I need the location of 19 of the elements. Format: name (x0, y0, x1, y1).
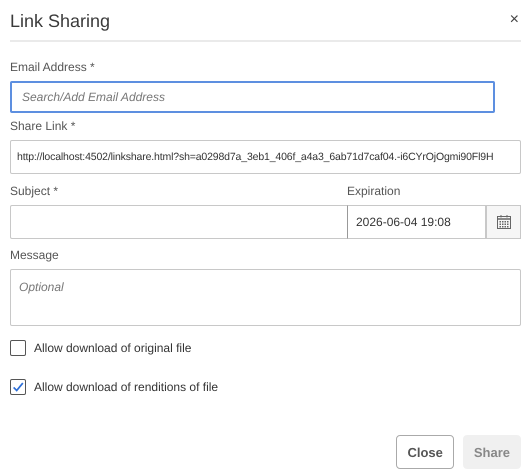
close-button[interactable]: × (508, 11, 521, 29)
date-field[interactable]: 2026-06-04 19:08 (347, 205, 486, 239)
field-label: Email Address * (10, 60, 96, 74)
checkbox[interactable] (10, 340, 26, 356)
checkbox-label: Allow download of original file (34, 341, 192, 355)
message-field[interactable]: Optional (10, 269, 521, 326)
field-label: Share Link * (10, 119, 76, 133)
dialog-button[interactable]: Close (396, 435, 454, 469)
dialog-title: Link Sharing (10, 10, 110, 32)
checkbox-label: Allow download of renditions of file (34, 380, 218, 394)
checkbox[interactable] (10, 379, 26, 395)
field-label: Subject * (10, 184, 60, 198)
calendar-icon (496, 214, 512, 230)
email-field[interactable]: Search/Add Email Address (10, 81, 495, 113)
calendar-button[interactable] (486, 205, 521, 239)
field-label: Expiration (347, 184, 402, 198)
subject-field[interactable] (10, 205, 347, 239)
field-label: Message (10, 248, 60, 262)
share-link-field[interactable]: http://localhost:4502/linkshare.html?sh=a0298d7a_3eb1_406f_a4a3_6ab71d7caf04.-i6CYrOjOgmi90Fl9H (10, 140, 521, 174)
